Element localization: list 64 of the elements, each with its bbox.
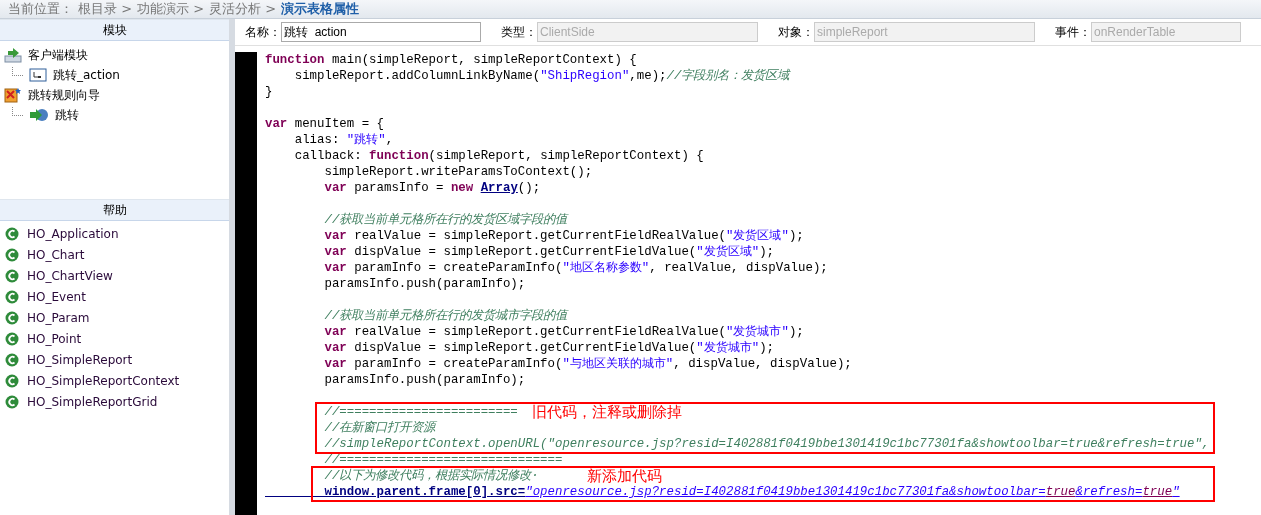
help-item[interactable]: HO_SimpleReport bbox=[27, 352, 133, 367]
class-icon bbox=[5, 226, 19, 241]
tree-item[interactable]: 客户端模块 bbox=[28, 46, 88, 64]
code-line: paramsInfo.push(paramInfo); bbox=[323, 277, 526, 291]
code-line: paramsInfo.push(paramInfo); bbox=[323, 373, 526, 387]
code-line: callback: function(simpleReport, simpleReportContext) { bbox=[293, 149, 704, 163]
code-line: window.parent.frame[0].src="openresource.jsp?resid=I402881f0419bbe1301419c1bc77301fa&showtoolbar=true&refresh=true" bbox=[323, 485, 1180, 499]
class-icon bbox=[5, 373, 19, 388]
code-line: var dispValue = simpleReport.getCurrentFieldValue("发货区域"); bbox=[323, 245, 775, 259]
tree-item[interactable]: 跳转规则向导 bbox=[28, 86, 100, 104]
help-item[interactable]: HO_Point bbox=[27, 331, 82, 346]
code-line: function main(simpleReport, simpleReportContext) { bbox=[265, 53, 637, 67]
class-icon bbox=[5, 289, 19, 304]
breadcrumb-link[interactable]: 根目录 > bbox=[78, 0, 133, 18]
code-line: } bbox=[265, 85, 273, 99]
help-item[interactable]: HO_Application bbox=[27, 226, 119, 241]
help-item[interactable]: HO_SimpleReportContext bbox=[27, 373, 180, 388]
class-icon bbox=[5, 310, 19, 325]
code-line: simpleReport.writeParamsToContext(); bbox=[323, 165, 593, 179]
class-icon bbox=[5, 247, 19, 262]
code-line: //获取当前单元格所在行的发货城市字段的值 bbox=[323, 309, 568, 323]
class-icon bbox=[5, 352, 19, 367]
annotation-text: 新添加代码 bbox=[587, 468, 662, 484]
field-label: 事件： bbox=[1055, 23, 1091, 41]
code-line: var dispValue = simpleReport.getCurrentFieldValue("发货城市"); bbox=[323, 341, 775, 355]
arrow-icon bbox=[29, 108, 49, 122]
code-line: //在新窗口打开资源 bbox=[323, 421, 436, 435]
breadcrumb-label: 当前位置： bbox=[8, 0, 73, 18]
help-item[interactable]: HO_Event bbox=[27, 289, 86, 304]
help-item[interactable]: HO_Chart bbox=[27, 247, 85, 262]
code-line: //以下为修改代码，根据实际情况修改· bbox=[323, 469, 539, 483]
help-item[interactable]: HO_SimpleReportGrid bbox=[27, 394, 158, 409]
class-icon bbox=[5, 394, 19, 409]
field-label: 名称： bbox=[245, 23, 281, 41]
code-line: alias: "跳转", bbox=[293, 133, 394, 147]
code-line: var realValue = simpleReport.getCurrentFieldRealValue("发货区域"); bbox=[323, 229, 804, 243]
class-icon bbox=[5, 331, 19, 346]
code-line: var realValue = simpleReport.getCurrentFieldRealValue("发货城市"); bbox=[323, 325, 804, 339]
code-line: var paramsInfo = new Array(); bbox=[323, 181, 541, 195]
tree-item[interactable]: 跳转_action bbox=[53, 66, 120, 84]
help-item[interactable]: HO_Param bbox=[27, 310, 90, 325]
module-icon bbox=[4, 47, 22, 63]
code-line: simpleReport.addColumnLinkByName("ShipRegion",me);//字段别名：发货区域 bbox=[293, 69, 790, 83]
breadcrumb-current: 演示表格属性 bbox=[281, 0, 360, 18]
panel-header: 模块 bbox=[0, 19, 229, 41]
window-icon bbox=[29, 68, 47, 82]
code-line: //获取当前单元格所在行的发货区域字段的值 bbox=[323, 213, 568, 227]
code-line: //simpleReportContext.openURL("openresource.jsp?resid=I402881f0419bbe1301419c1bc77301fa&showtoolbar=true&refresh=true", bbox=[323, 437, 1210, 451]
code-line: var paramInfo = createParamInfo("地区名称参数", realValue, dispValue); bbox=[323, 261, 828, 275]
text-field[interactable]: 跳转 action bbox=[281, 22, 481, 42]
class-icon bbox=[5, 268, 19, 283]
annotation-text: 旧代码，注释或删除掉 bbox=[532, 404, 682, 420]
breadcrumb-link[interactable]: 灵活分析 > bbox=[209, 0, 277, 18]
wizard-icon bbox=[4, 87, 22, 103]
breadcrumb-link[interactable]: 功能演示 > bbox=[137, 0, 205, 18]
help-item[interactable]: HO_ChartView bbox=[27, 268, 113, 283]
tree-item[interactable]: 跳转 bbox=[55, 106, 79, 124]
code-line: //============================== bbox=[323, 453, 563, 467]
field-label: 对象： bbox=[778, 23, 814, 41]
code-line: var paramInfo = createParamInfo("与地区关联的城市", dispValue, dispValue); bbox=[323, 357, 852, 371]
code-line: //======================== bbox=[323, 405, 518, 419]
code-line: var menuItem = { bbox=[265, 117, 384, 131]
field-label: 类型： bbox=[501, 23, 537, 41]
panel-header: 帮助 bbox=[0, 199, 229, 221]
